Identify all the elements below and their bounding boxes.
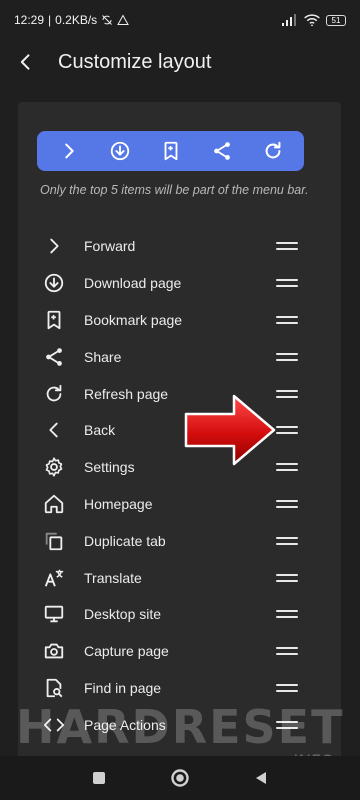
alert-triangle-icon xyxy=(117,14,130,25)
drag-handle[interactable] xyxy=(276,384,298,404)
drag-handle[interactable] xyxy=(276,531,298,551)
list-item-label: Homepage xyxy=(84,495,153,512)
chevron-left-icon xyxy=(42,418,66,442)
drag-handle[interactable] xyxy=(276,273,298,293)
drag-handle[interactable] xyxy=(276,420,298,440)
list-item-label: Forward xyxy=(84,238,136,255)
layout-card: Only the top 5 items will be part of the… xyxy=(18,102,341,762)
monitor-icon xyxy=(42,602,66,626)
translate-icon xyxy=(42,566,66,590)
bookmark-icon[interactable] xyxy=(159,139,183,163)
list-item-duplicate-tab[interactable]: Duplicate tab xyxy=(18,522,341,559)
list-item-refresh-page[interactable]: Refresh page xyxy=(18,375,341,412)
list-item-homepage[interactable]: Homepage xyxy=(18,486,341,523)
list-item-label: Duplicate tab xyxy=(84,532,166,549)
gear-icon xyxy=(42,455,66,479)
duplicate-icon xyxy=(42,529,66,553)
status-separator: | xyxy=(48,13,52,27)
download-icon xyxy=(42,271,66,295)
list-item-forward[interactable]: Forward xyxy=(18,228,341,265)
find-in-page-icon xyxy=(42,676,66,700)
status-left: 12:29 | 0.2KB/s xyxy=(14,13,130,27)
chevron-right-icon xyxy=(42,234,66,258)
list-item-back[interactable]: Back xyxy=(18,412,341,449)
chevron-right-icon[interactable] xyxy=(57,139,81,163)
list-item-label: Bookmark page xyxy=(84,311,183,328)
no-sync-icon xyxy=(102,15,113,25)
camera-icon xyxy=(42,639,66,663)
list-item-label: Download page xyxy=(84,275,182,292)
drag-handle[interactable] xyxy=(276,678,298,698)
list-item-capture-page[interactable]: Capture page xyxy=(18,633,341,670)
back-button-icon[interactable] xyxy=(253,770,269,786)
list-item-desktop-site[interactable]: Desktop site xyxy=(18,596,341,633)
drag-handle[interactable] xyxy=(276,494,298,514)
list-item-label: Find in page xyxy=(84,679,162,696)
list-item-label: Settings xyxy=(84,459,135,476)
arrow-left-icon xyxy=(20,54,30,70)
wifi-icon xyxy=(304,14,320,26)
list-item-share[interactable]: Share xyxy=(18,338,341,375)
list-item-settings[interactable]: Settings xyxy=(18,449,341,486)
battery-indicator: 51 xyxy=(326,14,346,26)
drag-handle[interactable] xyxy=(276,568,298,588)
list-item-label: Capture page xyxy=(84,643,169,660)
list-item-translate[interactable]: Translate xyxy=(18,559,341,596)
recents-button-icon[interactable] xyxy=(91,770,107,786)
list-item-label: Desktop site xyxy=(84,606,162,623)
menu-bar-preview xyxy=(37,131,304,171)
list-item-download-page[interactable]: Download page xyxy=(18,265,341,302)
list-item-label: Translate xyxy=(84,569,142,586)
drag-handle[interactable] xyxy=(276,310,298,330)
list-item-bookmark-page[interactable]: Bookmark page xyxy=(18,302,341,339)
system-nav-bar xyxy=(0,756,360,800)
list-item-label: Refresh page xyxy=(84,385,169,402)
title-bar: Customize layout xyxy=(0,40,360,84)
drag-handle[interactable] xyxy=(276,641,298,661)
home-button-icon[interactable] xyxy=(170,768,190,788)
signal-icon xyxy=(282,14,296,26)
refresh-icon xyxy=(42,382,66,406)
drag-handle[interactable] xyxy=(276,236,298,256)
status-time: 12:29 xyxy=(14,13,45,27)
list-item-label: Back xyxy=(84,422,116,439)
status-right: 51 xyxy=(282,14,346,26)
item-list: Forward Download page Bookmark page Shar… xyxy=(18,228,341,743)
bookmark-icon xyxy=(42,308,66,332)
page-title: Customize layout xyxy=(58,50,212,73)
menu-bar-hint: Only the top 5 items will be part of the… xyxy=(40,183,309,197)
drag-handle[interactable] xyxy=(276,604,298,624)
red-pointer-arrow-icon xyxy=(184,394,276,466)
share-icon[interactable] xyxy=(210,139,234,163)
share-icon xyxy=(42,345,66,369)
refresh-icon[interactable] xyxy=(261,139,285,163)
status-speed: 0.2KB/s xyxy=(55,13,98,27)
status-bar: 12:29 | 0.2KB/s 51 xyxy=(0,0,360,40)
download-icon[interactable] xyxy=(108,139,132,163)
drag-handle[interactable] xyxy=(276,347,298,367)
list-item-label: Share xyxy=(84,348,122,365)
watermark-logo: HARDRESET xyxy=(16,700,345,754)
back-button[interactable] xyxy=(0,40,52,84)
drag-handle[interactable] xyxy=(276,457,298,477)
home-icon xyxy=(42,492,66,516)
